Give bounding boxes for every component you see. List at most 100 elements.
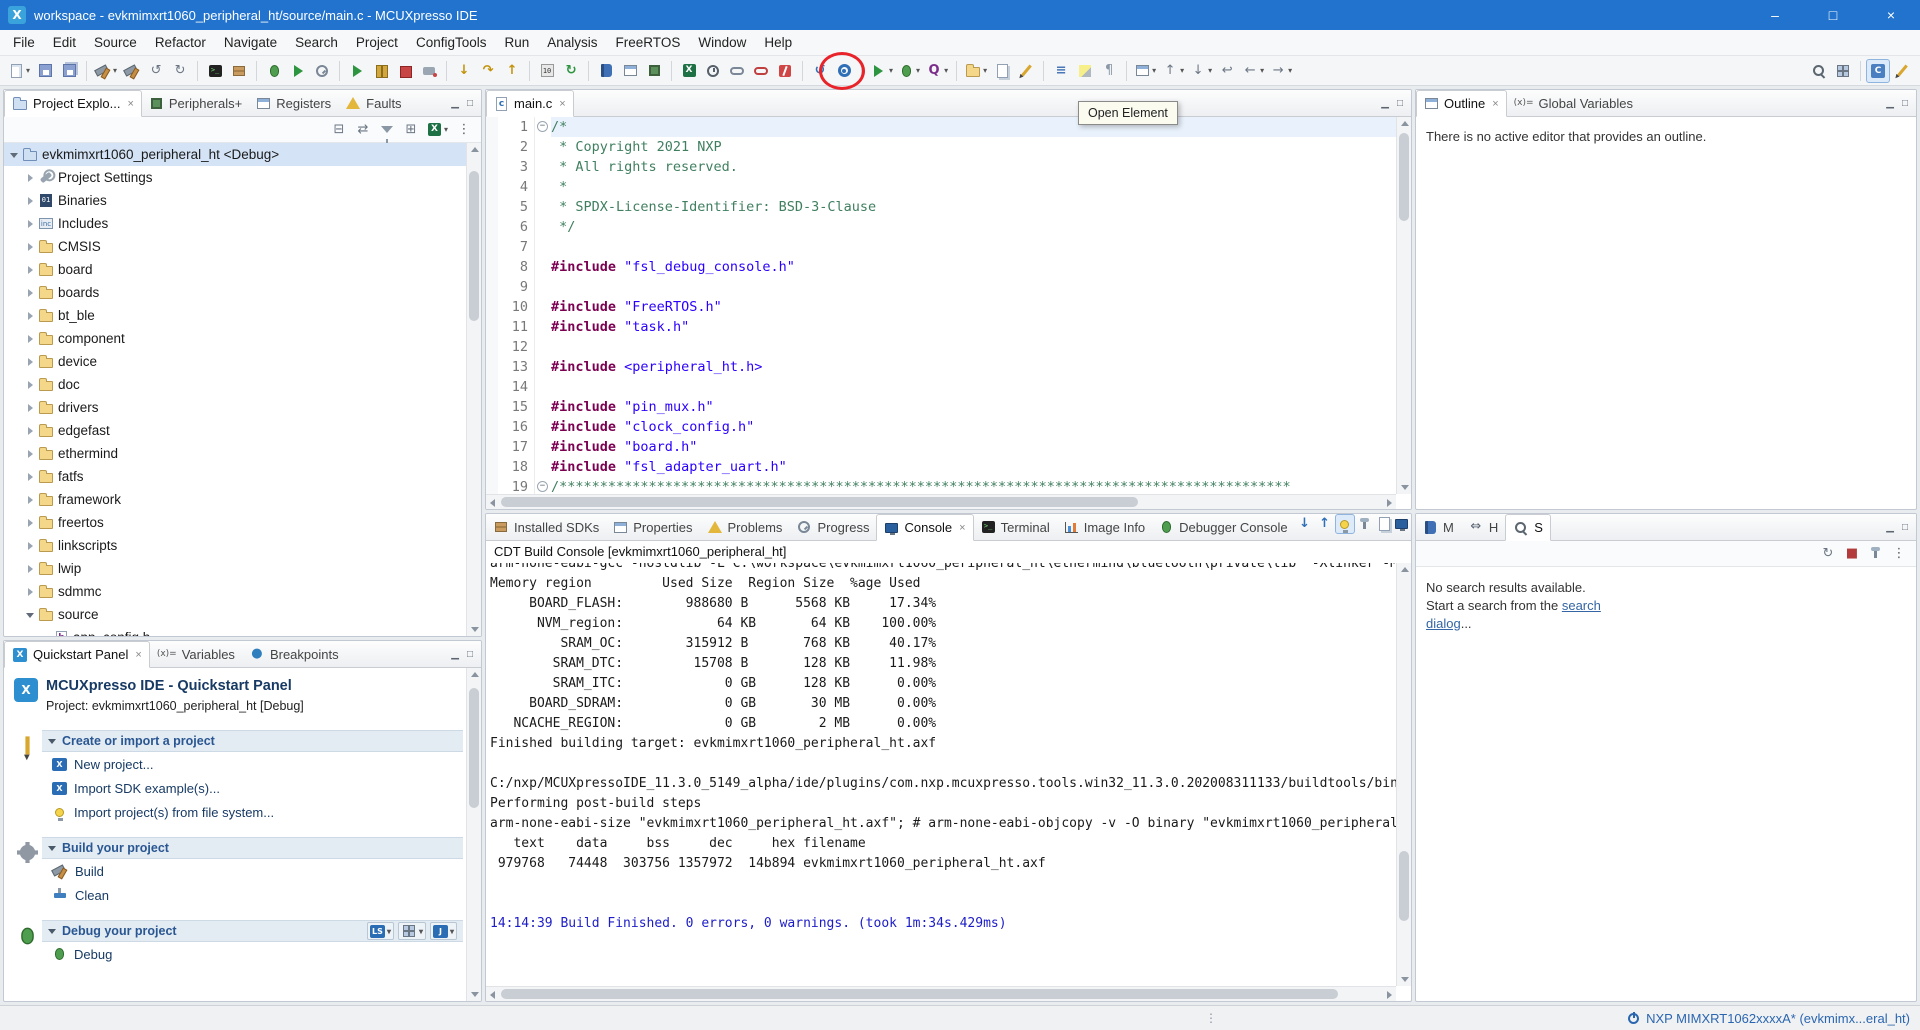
chevron-collapsed-icon[interactable] [24, 493, 38, 507]
tab-quickstart-panel[interactable]: XQuickstart Panel× [4, 641, 150, 668]
section-header-create-or-import[interactable]: Create or import a project [42, 730, 463, 752]
chevron-collapsed-icon[interactable] [24, 286, 38, 300]
collapse-all-button[interactable]: ⊟ [328, 120, 350, 140]
open-element-button[interactable] [832, 59, 856, 83]
quickstart-minimize-button[interactable]: ▁ [451, 649, 459, 660]
build-button[interactable]: ▾ [92, 59, 120, 83]
tab-registers[interactable]: Registers [249, 90, 338, 116]
gui-flash-tool-button[interactable] [773, 59, 797, 83]
save-button[interactable] [33, 59, 57, 83]
show-whitespace-button[interactable]: ¶ [1097, 59, 1121, 83]
back-button[interactable]: ←▾ [1239, 59, 1267, 83]
memory-view-button[interactable] [594, 59, 618, 83]
import-sdk-examples-action[interactable]: XImport SDK example(s)... [42, 776, 463, 800]
tree-root-project[interactable]: evkmimxrt1060_peripheral_ht <Debug> [4, 143, 481, 166]
chevron-collapsed-icon[interactable] [24, 516, 38, 530]
probes-button[interactable]: ▾ [398, 922, 426, 940]
menu-source[interactable]: Source [85, 32, 146, 54]
tab-project-explo[interactable]: Project Explo...× [4, 90, 142, 117]
restart-button[interactable]: ↻ [559, 59, 583, 83]
menu-analysis[interactable]: Analysis [538, 32, 606, 54]
tree-item-freertos[interactable]: freertos [4, 511, 481, 534]
tab-properties[interactable]: Properties [606, 514, 699, 540]
chevron-collapsed-icon[interactable] [24, 470, 38, 484]
chevron-expanded-icon[interactable] [24, 608, 38, 622]
menu-project[interactable]: Project [347, 32, 407, 54]
scroll-up-arrow-icon[interactable] [467, 668, 481, 681]
refresh-button[interactable]: ↺ [808, 59, 832, 83]
previous-message-button[interactable]: ↑ [1315, 514, 1335, 534]
view-menu-button[interactable]: ⋮ [453, 120, 475, 140]
chevron-collapsed-icon[interactable] [24, 194, 38, 208]
search-maximize-button[interactable]: □ [1902, 522, 1908, 533]
tab-s[interactable]: S [1505, 514, 1551, 541]
menu-help[interactable]: Help [755, 32, 801, 54]
tab-outline[interactable]: Outline× [1416, 90, 1507, 117]
tree-item-component[interactable]: component [4, 327, 481, 350]
tab-image-info[interactable]: Image Info [1057, 514, 1152, 540]
clear-console-button[interactable] [1375, 514, 1395, 534]
chevron-collapsed-icon[interactable] [24, 309, 38, 323]
tree-item-fatfs[interactable]: fatfs [4, 465, 481, 488]
registers-view-button[interactable] [618, 59, 642, 83]
tree-item-lwip[interactable]: lwip [4, 557, 481, 580]
scroll-right-arrow-icon[interactable] [1383, 987, 1396, 1001]
edit-button[interactable] [1014, 59, 1038, 83]
close-tab-icon[interactable]: × [1492, 98, 1498, 110]
chevron-expanded-icon[interactable] [8, 148, 22, 162]
chevron-collapsed-icon[interactable] [24, 562, 38, 576]
linkserver-button[interactable]: LS▾ [367, 922, 394, 940]
tab-breakpoints[interactable]: ●Breakpoints [242, 641, 346, 667]
tab-main-c[interactable]: cmain.c× [486, 90, 574, 117]
attach-probe-button[interactable] [725, 59, 749, 83]
tab-progress[interactable]: Progress [789, 514, 876, 540]
new-button[interactable]: ▾ [6, 59, 33, 83]
previous-annotation-button[interactable]: ↑▾ [1159, 59, 1187, 83]
next-message-button[interactable]: ↓ [1295, 514, 1315, 534]
sash-handle[interactable]: ⋮ [1205, 1011, 1217, 1025]
tree-item-boards[interactable]: boards [4, 281, 481, 304]
menu-edit[interactable]: Edit [44, 32, 85, 54]
scroll-left-arrow-icon[interactable] [486, 987, 499, 1001]
coverage-button[interactable]: Q▾ [923, 59, 951, 83]
display-selected-console-button[interactable]: ▾ [1395, 514, 1412, 534]
chevron-collapsed-icon[interactable] [24, 240, 38, 254]
jlink-button[interactable]: J▾ [430, 922, 457, 940]
editor-minimize-button[interactable]: ▁ [1381, 98, 1389, 109]
editor-hscroll-thumb[interactable] [501, 497, 1138, 507]
window-maximize-button[interactable]: □ [1804, 0, 1862, 30]
forward-button[interactable]: →▾ [1267, 59, 1295, 83]
chevron-collapsed-icon[interactable] [24, 263, 38, 277]
target-status[interactable]: NXP MIMXRT1062xxxxA* (evkmimx...eral_ht) [1626, 1011, 1910, 1026]
profiling-clock-button[interactable] [701, 59, 725, 83]
build-action[interactable]: Build [42, 859, 463, 883]
outline-minimize-button[interactable]: ▁ [1886, 98, 1894, 109]
debug-action[interactable]: Debug [42, 942, 463, 966]
menu-freertos[interactable]: FreeRTOS [607, 32, 690, 54]
disconnect-button[interactable] [417, 59, 441, 83]
peripherals-view-button[interactable] [642, 59, 666, 83]
export-to-excel-button[interactable]: X [677, 59, 701, 83]
outline-maximize-button[interactable]: □ [1902, 98, 1908, 109]
explorer-scroll-thumb[interactable] [469, 171, 479, 321]
tree-item-sdmmc[interactable]: sdmmc [4, 580, 481, 603]
console-vertical-scrollbar[interactable] [1396, 563, 1411, 986]
clean-action[interactable]: Clean [42, 883, 463, 907]
pin-search-view-button[interactable] [1865, 544, 1886, 564]
instruction-stepping-button[interactable]: 10 [535, 59, 559, 83]
tree-item-linkscripts[interactable]: linkscripts [4, 534, 481, 557]
search-minimize-button[interactable]: ▁ [1886, 522, 1894, 533]
tree-item-edgefast[interactable]: edgefast [4, 419, 481, 442]
filter-button[interactable] [376, 120, 398, 140]
chevron-collapsed-icon[interactable] [24, 585, 38, 599]
tree-item-app-config-h[interactable]: happ_config.h [4, 626, 481, 636]
import-from-file-system-action[interactable]: Import project(s) from file system... [42, 800, 463, 824]
redo-button[interactable]: ↻ [168, 59, 192, 83]
tab-h[interactable]: ⇔H [1461, 514, 1505, 540]
chevron-collapsed-icon[interactable] [24, 401, 38, 415]
resume-button[interactable] [345, 59, 369, 83]
new-project-action[interactable]: XNew project... [42, 752, 463, 776]
project-tree[interactable]: evkmimxrt1060_peripheral_ht <Debug>Proje… [4, 143, 481, 636]
search-button[interactable] [1807, 59, 1831, 83]
last-edit-location-button[interactable]: ↩ [1215, 59, 1239, 83]
